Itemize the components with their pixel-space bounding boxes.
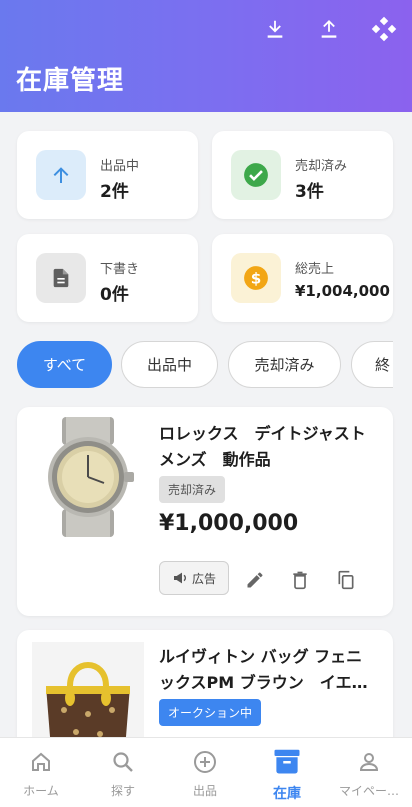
home-icon xyxy=(29,750,53,774)
nav-label: 在庫 xyxy=(273,786,301,802)
stat-label: 出品中 xyxy=(100,159,140,174)
filter-chip-row[interactable]: すべて 出品中 売却済み 終 xyxy=(0,330,393,400)
stat-card-listing[interactable]: 出品中 2件 xyxy=(17,131,198,219)
stat-value: 3件 xyxy=(295,182,324,202)
delete-icon[interactable] xyxy=(288,568,312,592)
person-icon xyxy=(357,750,381,774)
stat-card-sold[interactable]: 売却済み 3件 xyxy=(212,131,393,219)
nav-item-mypage[interactable]: マイペー… xyxy=(328,738,410,807)
dollar-coin-icon: $ xyxy=(231,253,281,303)
nav-label: ホーム xyxy=(23,784,59,798)
product-name: ロレックス デイトジャスト メンズ 動作品 xyxy=(159,424,366,469)
document-icon xyxy=(36,253,86,303)
search-icon xyxy=(111,750,135,774)
nav-label: 探す xyxy=(110,784,135,798)
nav-item-home[interactable]: ホーム xyxy=(0,738,82,807)
svg-text:$: $ xyxy=(251,269,262,287)
product-name: ルイヴィトン バッグ フェニ ックスPM ブラウン イエ… xyxy=(159,647,368,692)
product-image-watch xyxy=(32,417,144,537)
ad-button[interactable]: 広告 xyxy=(159,561,229,595)
ad-button-label: 広告 xyxy=(191,571,216,586)
stat-card-draft[interactable]: 下書き 0件 xyxy=(17,234,198,322)
megaphone-icon xyxy=(173,572,186,584)
page-title: 在庫管理 xyxy=(16,66,125,96)
status-badge: 売却済み xyxy=(159,476,226,503)
stat-value: 0件 xyxy=(100,285,129,305)
stat-label: 下書き xyxy=(100,262,140,277)
status-badge: オークション中 xyxy=(159,699,262,726)
filter-chip-label: 終 xyxy=(375,356,391,374)
nav-item-search[interactable]: 探す xyxy=(82,738,164,807)
edit-icon[interactable] xyxy=(243,568,267,592)
arrow-up-icon xyxy=(36,150,86,200)
nav-item-sell[interactable]: 出品 xyxy=(164,738,246,807)
app-header: 在庫管理 xyxy=(0,0,412,112)
stat-label: 売却済み xyxy=(295,159,348,174)
copy-icon[interactable] xyxy=(334,568,358,592)
add-circle-icon xyxy=(193,750,217,774)
stat-value: ¥1,004,000 xyxy=(295,282,390,300)
stat-label: 総売上 xyxy=(295,262,335,277)
filter-chip-all[interactable]: すべて xyxy=(17,341,112,388)
filter-chip-sold[interactable]: 売却済み xyxy=(228,341,341,388)
nav-label: 出品 xyxy=(192,784,217,798)
inventory-icon xyxy=(272,746,302,776)
upload-icon[interactable] xyxy=(315,15,343,43)
nav-item-inventory[interactable]: 在庫 xyxy=(246,738,328,807)
nav-label: マイペー… xyxy=(338,784,399,798)
product-card[interactable]: ロレックス デイトジャスト メンズ 動作品 売却済み ¥1,000,000 広告 xyxy=(17,407,393,616)
download-icon[interactable] xyxy=(261,15,289,43)
stat-card-revenue[interactable]: $ 総売上 ¥1,004,000 xyxy=(212,234,393,322)
filter-chip-listing[interactable]: 出品中 xyxy=(121,341,218,388)
product-price: ¥1,000,000 xyxy=(159,511,299,536)
bottom-nav: ホーム 探す 出品 在庫 マイペー… xyxy=(0,737,412,807)
stat-value: 2件 xyxy=(100,182,129,202)
check-circle-icon xyxy=(231,150,281,200)
filter-chip-ended[interactable]: 終 xyxy=(351,341,393,388)
grid-icon[interactable] xyxy=(370,15,398,43)
